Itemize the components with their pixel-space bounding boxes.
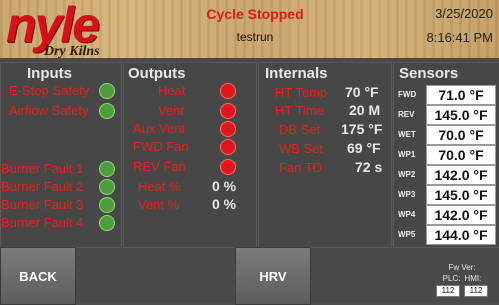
input-indicator-burner4 bbox=[99, 215, 115, 231]
output-indicator-vent bbox=[220, 103, 236, 119]
sensor-tag-fwd: FWD bbox=[398, 90, 417, 99]
output-value-vent-pct: 0 % bbox=[212, 196, 237, 212]
sensor-tag-wp4: WP4 bbox=[398, 210, 416, 219]
sensors-panel: Sensors FWD 71.0 °F REV 145.0 °F WET 70.… bbox=[393, 62, 499, 248]
internal-value-db-set: 175 °F bbox=[341, 121, 383, 137]
sensor-tag-wp3: WP3 bbox=[398, 190, 416, 199]
internal-value-ht-temp: 70 °F bbox=[345, 84, 379, 100]
internal-label-db-set: DB Set bbox=[279, 122, 321, 137]
inputs-panel: Inputs E-Stop Safety Airflow Safety Burn… bbox=[0, 62, 122, 248]
back-button[interactable]: BACK bbox=[0, 247, 76, 305]
sensor-value-fwd: 71.0 °F bbox=[426, 85, 496, 105]
output-label-vent: Vent bbox=[158, 103, 185, 118]
hmi-version-label: HMI: bbox=[464, 274, 482, 283]
output-indicator-fwd-fan bbox=[220, 139, 236, 155]
internal-label-fan-td: Fan TD bbox=[279, 160, 323, 175]
input-label-burner4: Burner Fault 4 bbox=[1, 215, 84, 230]
internals-panel: Internals HT Temp 70 °F HT Time 20 M DB … bbox=[258, 62, 392, 248]
recipe-name: testrun bbox=[236, 30, 274, 44]
input-label-burner3: Burner Fault 3 bbox=[1, 197, 84, 212]
outputs-panel: Outputs Heat Vent Aux Vent FWD Fan REV F… bbox=[123, 62, 257, 248]
brand-name: nyle bbox=[6, 0, 100, 53]
brand-subtitle: Dry Kilns bbox=[44, 44, 100, 59]
header-bar: nyle Dry Kilns Cycle Stopped testrun 3/2… bbox=[0, 0, 499, 59]
cycle-status: Cycle Stopped bbox=[206, 6, 304, 22]
current-time: 8:16:41 PM bbox=[426, 30, 494, 45]
input-label-airflow: Airflow Safety bbox=[9, 103, 89, 118]
output-label-rev-fan: REV Fan bbox=[133, 159, 186, 174]
output-label-heat-pct: Heat % bbox=[138, 179, 181, 194]
internal-label-wb-set: WB Set bbox=[279, 141, 324, 156]
sensor-value-wp1: 70.0 °F bbox=[426, 145, 496, 165]
brand-logo: nyle Dry Kilns bbox=[6, 0, 100, 59]
internal-value-wb-set: 69 °F bbox=[347, 140, 381, 156]
input-label-estop: E-Stop Safety bbox=[9, 83, 90, 98]
input-label-burner1: Burner Fault 1 bbox=[1, 161, 84, 176]
sensor-tag-wp2: WP2 bbox=[398, 170, 416, 179]
input-indicator-burner2 bbox=[99, 179, 115, 195]
sensors-header: Sensors bbox=[399, 65, 459, 82]
input-indicator-burner3 bbox=[99, 197, 115, 213]
plc-version-value: 112 bbox=[436, 285, 460, 297]
internal-value-ht-time: 20 M bbox=[349, 102, 381, 118]
sensor-tag-rev: REV bbox=[398, 110, 415, 119]
internal-value-fan-td: 72 s bbox=[355, 159, 383, 175]
sensor-value-wp5: 144.0 °F bbox=[426, 225, 496, 245]
output-label-aux-vent: Aux Vent bbox=[133, 121, 186, 136]
output-label-heat: Heat bbox=[158, 83, 186, 98]
sensor-value-wp2: 142.0 °F bbox=[426, 165, 496, 185]
hrv-button[interactable]: HRV bbox=[235, 247, 311, 305]
output-indicator-aux-vent bbox=[220, 121, 236, 137]
sensor-tag-wet: WET bbox=[398, 130, 416, 139]
sensor-tag-wp5: WP5 bbox=[398, 230, 416, 239]
inputs-header: Inputs bbox=[27, 65, 72, 82]
input-indicator-airflow bbox=[99, 103, 115, 119]
output-label-vent-pct: Vent % bbox=[138, 197, 180, 212]
firmware-version: Fw Ver: PLC: HMI: 112 112 bbox=[429, 263, 495, 297]
kiln-control-screen: nyle Dry Kilns Cycle Stopped testrun 3/2… bbox=[0, 0, 499, 305]
internal-label-ht-temp: HT Temp bbox=[275, 85, 328, 100]
output-indicator-heat bbox=[220, 83, 236, 99]
input-label-burner2: Burner Fault 2 bbox=[1, 179, 84, 194]
output-value-heat-pct: 0 % bbox=[212, 178, 237, 194]
input-indicator-estop bbox=[99, 83, 115, 99]
internals-header: Internals bbox=[265, 65, 328, 82]
firmware-title: Fw Ver: bbox=[448, 263, 476, 272]
sensor-value-wet: 70.0 °F bbox=[426, 125, 496, 145]
sensor-tag-wp1: WP1 bbox=[398, 150, 416, 159]
output-label-fwd-fan: FWD Fan bbox=[133, 139, 189, 154]
input-indicator-burner1 bbox=[99, 161, 115, 177]
sensor-value-wp4: 142.0 °F bbox=[426, 205, 496, 225]
hmi-version-value: 112 bbox=[464, 285, 488, 297]
sensor-value-wp3: 145.0 °F bbox=[426, 185, 496, 205]
output-indicator-rev-fan bbox=[220, 159, 236, 175]
sensor-value-rev: 145.0 °F bbox=[426, 105, 496, 125]
current-date: 3/25/2020 bbox=[435, 6, 493, 21]
plc-version-label: PLC: bbox=[442, 274, 461, 283]
outputs-header: Outputs bbox=[128, 65, 186, 82]
internal-label-ht-time: HT Time bbox=[275, 103, 324, 118]
